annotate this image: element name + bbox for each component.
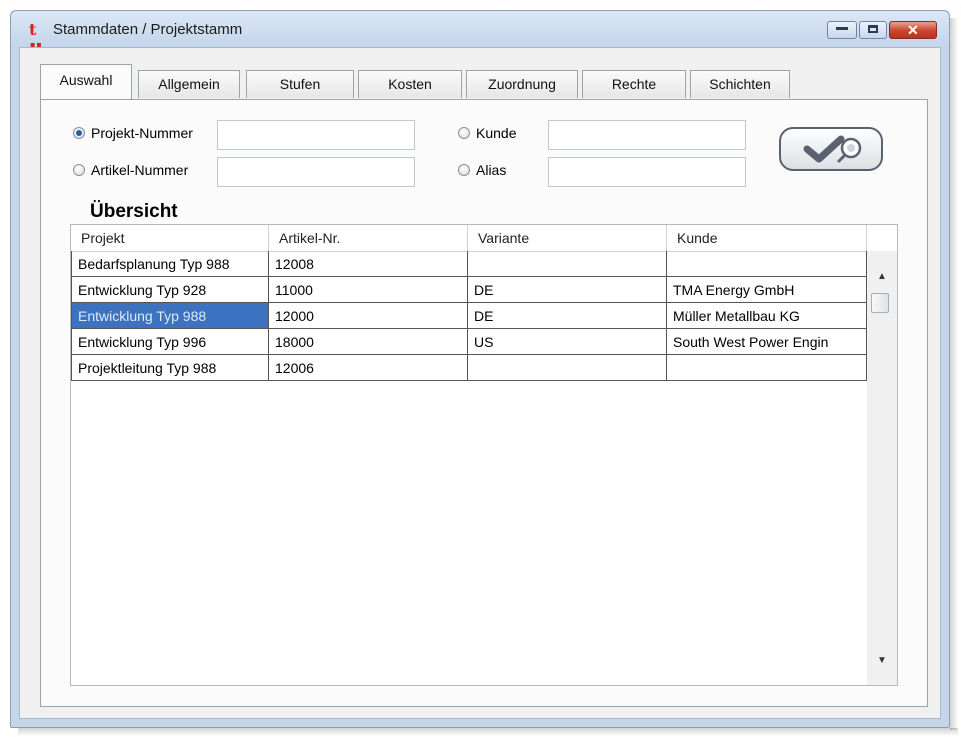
column-header-variante[interactable]: Variante <box>468 225 667 251</box>
table-header: Projekt Artikel-Nr. Variante Kunde <box>71 225 867 252</box>
cell-kunde[interactable]: South West Power Engin <box>667 329 867 355</box>
radio-unchecked-icon <box>458 164 470 176</box>
tab-panel-auswahl: Projekt-Nummer Artikel-Nummer Kunde Alia… <box>40 99 928 707</box>
window-shadow-bottom <box>18 728 958 736</box>
cell-variante[interactable]: DE <box>468 303 667 329</box>
cell-artikel-nr[interactable]: 11000 <box>269 277 468 303</box>
close-icon: ✕ <box>907 22 919 38</box>
radio-alias[interactable]: Alias <box>458 162 506 178</box>
title-bar[interactable]: t ▪▪ Stammdaten / Projektstamm ✕ <box>11 11 949 50</box>
scroll-down-arrow-icon[interactable]: ▼ <box>877 655 887 666</box>
radio-unchecked-icon <box>458 127 470 139</box>
minimize-button[interactable] <box>827 21 857 39</box>
cell-kunde[interactable]: TMA Energy GmbH <box>667 277 867 303</box>
tab-schichten[interactable]: Schichten <box>690 70 790 98</box>
maximize-icon <box>868 25 878 33</box>
tab-stufen[interactable]: Stufen <box>246 70 354 98</box>
cell-variante[interactable] <box>468 355 667 381</box>
window-shadow-right <box>950 18 958 730</box>
cell-projekt[interactable]: Entwicklung Typ 988 <box>71 303 269 329</box>
projekt-nummer-input[interactable] <box>217 120 415 150</box>
minimize-icon <box>836 27 848 30</box>
column-header-artikel-nr[interactable]: Artikel-Nr. <box>269 225 468 251</box>
table-row-selected[interactable]: Entwicklung Typ 988 12000 DE Müller Meta… <box>71 303 867 329</box>
close-button[interactable]: ✕ <box>889 21 937 39</box>
column-header-projekt[interactable]: Projekt <box>71 225 269 251</box>
tab-kosten[interactable]: Kosten <box>358 70 462 98</box>
overview-table[interactable]: Projekt Artikel-Nr. Variante Kunde Bedar… <box>70 224 898 686</box>
cell-artikel-nr[interactable]: 18000 <box>269 329 468 355</box>
check-magnifier-icon <box>803 135 862 163</box>
alias-input[interactable] <box>548 157 746 187</box>
cell-projekt[interactable]: Projektleitung Typ 988 <box>71 355 269 381</box>
overview-title: Übersicht <box>90 201 178 222</box>
radio-checked-icon <box>73 127 85 139</box>
cell-kunde[interactable]: Müller Metallbau KG <box>667 303 867 329</box>
table-row[interactable]: Bedarfsplanung Typ 988 12008 <box>71 251 867 277</box>
kunde-input[interactable] <box>548 120 746 150</box>
cell-projekt[interactable]: Entwicklung Typ 996 <box>71 329 269 355</box>
window-title: Stammdaten / Projektstamm <box>53 21 243 38</box>
cell-kunde[interactable] <box>667 355 867 381</box>
cell-artikel-nr[interactable]: 12000 <box>269 303 468 329</box>
table-row[interactable]: Entwicklung Typ 996 18000 US South West … <box>71 329 867 355</box>
tab-allgemein[interactable]: Allgemein <box>138 70 240 98</box>
cell-projekt[interactable]: Entwicklung Typ 928 <box>71 277 269 303</box>
app-window: t ▪▪ Stammdaten / Projektstamm ✕ Auswahl … <box>10 10 950 728</box>
maximize-button[interactable] <box>859 21 887 39</box>
app-logo-icon: t ▪▪ <box>29 20 43 50</box>
tab-auswahl[interactable]: Auswahl <box>40 64 132 99</box>
radio-artikel-nummer[interactable]: Artikel-Nummer <box>73 162 188 178</box>
radio-label: Artikel-Nummer <box>91 162 189 178</box>
cell-artikel-nr[interactable]: 12008 <box>269 251 468 277</box>
search-button[interactable] <box>779 127 883 171</box>
cell-variante[interactable]: US <box>468 329 667 355</box>
scroll-thumb[interactable] <box>871 293 889 313</box>
scroll-up-arrow-icon[interactable]: ▲ <box>877 271 887 282</box>
cell-variante[interactable]: DE <box>468 277 667 303</box>
radio-label: Alias <box>476 162 507 178</box>
radio-kunde[interactable]: Kunde <box>458 125 516 141</box>
table-vertical-scrollbar[interactable]: ▲ ▼ <box>867 251 897 685</box>
table-row[interactable]: Entwicklung Typ 928 11000 DE TMA Energy … <box>71 277 867 303</box>
cell-artikel-nr[interactable]: 12006 <box>269 355 468 381</box>
tab-zuordnung[interactable]: Zuordnung <box>466 70 578 98</box>
radio-label: Kunde <box>476 125 517 141</box>
radio-unchecked-icon <box>73 164 85 176</box>
cell-variante[interactable] <box>468 251 667 277</box>
window-client-area: Auswahl Allgemein Stufen Kosten Zuordnun… <box>19 47 941 719</box>
artikel-nummer-input[interactable] <box>217 157 415 187</box>
radio-label: Projekt-Nummer <box>91 125 193 141</box>
table-row[interactable]: Projektleitung Typ 988 12006 <box>71 355 867 381</box>
cell-projekt[interactable]: Bedarfsplanung Typ 988 <box>71 251 269 277</box>
radio-projekt-nummer[interactable]: Projekt-Nummer <box>73 125 193 141</box>
column-header-kunde[interactable]: Kunde <box>667 225 867 251</box>
cell-kunde[interactable] <box>667 251 867 277</box>
tab-rechte[interactable]: Rechte <box>582 70 686 98</box>
